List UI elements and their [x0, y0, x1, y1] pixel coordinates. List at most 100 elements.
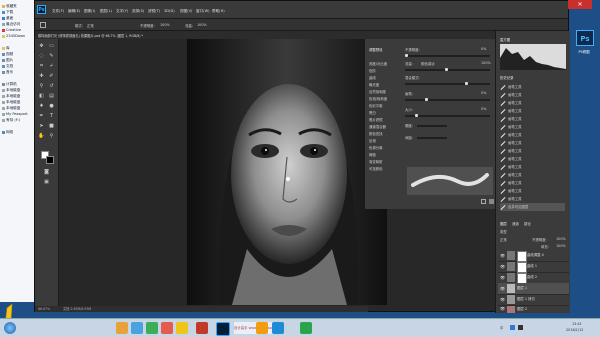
adjust-mode-value[interactable]: 颜色减淡: [421, 61, 435, 66]
media-taskbar-icon[interactable]: [161, 322, 173, 334]
adjust-size-value[interactable]: 0%: [481, 107, 486, 111]
adjust-hardness-slider[interactable]: [417, 125, 447, 127]
history-item[interactable]: 画笔工具: [500, 155, 565, 163]
history-item[interactable]: 画笔工具: [500, 115, 565, 123]
history-brush-tool-icon[interactable]: ↺: [48, 83, 55, 90]
adjust-size-slider[interactable]: [405, 114, 490, 117]
eye-icon[interactable]: 👁: [500, 306, 505, 311]
document-canvas[interactable]: [187, 39, 387, 305]
history-item[interactable]: 画笔工具: [500, 195, 565, 203]
volume-icon[interactable]: [518, 325, 523, 330]
healing-tool-icon[interactable]: ✚: [38, 73, 45, 80]
adjust-item[interactable]: 自然饱和度: [369, 89, 386, 94]
document-tab[interactable]: 模特面部打光 (修饰质感面孔) 效果图片.psd @ 66.7% (图层 1, …: [38, 33, 143, 38]
menu-help[interactable]: 帮助(H): [212, 9, 225, 14]
explorer-item[interactable]: 本地磁盘: [2, 106, 36, 111]
history-item[interactable]: 画笔工具: [500, 179, 565, 187]
path-select-tool-icon[interactable]: ➤: [38, 123, 45, 130]
clone-stamp-tool-icon[interactable]: ⚲: [38, 83, 45, 90]
eye-icon[interactable]: 👁: [500, 297, 505, 302]
adjust-item[interactable]: 照片滤镜: [369, 117, 383, 122]
eye-icon[interactable]: 👁: [500, 286, 505, 291]
app-taskbar-icon[interactable]: [256, 322, 268, 334]
history-item[interactable]: 画笔工具: [500, 91, 565, 99]
layer-kind-filter[interactable]: 类型: [500, 229, 507, 234]
shape-tool-icon[interactable]: ■: [48, 123, 55, 130]
folder-taskbar-icon[interactable]: [176, 322, 188, 334]
adjust-item[interactable]: 颜色查找: [369, 131, 383, 136]
opacity-value[interactable]: 100%: [160, 23, 170, 27]
zoom-tool-icon[interactable]: ⚲: [48, 133, 55, 140]
photoshop-desktop-icon[interactable]: Ps: [576, 30, 594, 46]
app-taskbar-icon[interactable]: [196, 322, 208, 334]
eye-icon[interactable]: 👁: [500, 253, 505, 258]
browser-taskbar-icon[interactable]: [131, 322, 143, 334]
slider-knob[interactable]: [415, 114, 418, 117]
eyedropper-tool-icon[interactable]: ⌿: [48, 63, 55, 70]
eye-icon[interactable]: 👁: [500, 275, 505, 280]
gradient-tool-icon[interactable]: ▤: [48, 93, 55, 100]
history-item-selected[interactable]: 合并可见图层: [500, 203, 565, 211]
pen-tool-icon[interactable]: ✒: [38, 113, 45, 120]
history-item[interactable]: 画笔工具: [500, 139, 565, 147]
app-taskbar-icon[interactable]: [146, 322, 158, 334]
input-method-indicator[interactable]: 中: [500, 325, 503, 330]
type-tool-icon[interactable]: T: [48, 113, 55, 120]
explorer-item[interactable]: 本地磁盘: [2, 88, 36, 93]
slider-knob[interactable]: [465, 82, 468, 85]
menu-view[interactable]: 视图(V): [180, 9, 192, 14]
clock-time[interactable]: 13:41: [572, 322, 582, 326]
tab-paths[interactable]: 路径: [524, 221, 531, 226]
adjust-brush-value[interactable]: 0%: [481, 91, 486, 95]
adjust-item[interactable]: 曲线: [369, 75, 376, 80]
adjust-item[interactable]: 阈值: [369, 152, 376, 157]
menu-layer[interactable]: 图层(L): [100, 9, 112, 14]
layer-opacity-value[interactable]: 100%: [556, 237, 566, 241]
chat-taskbar-icon[interactable]: [272, 322, 284, 334]
history-item[interactable]: 画笔工具: [500, 99, 565, 107]
zoom-level[interactable]: 66.67%: [38, 306, 50, 312]
explorer-item[interactable]: 有特 (F:): [2, 118, 36, 123]
adjust-flow-slider[interactable]: [405, 68, 490, 71]
crop-tool-icon[interactable]: ⌗: [38, 63, 45, 70]
history-item[interactable]: 画笔工具: [500, 187, 565, 195]
explorer-item[interactable]: 图片: [2, 58, 36, 63]
slider-knob[interactable]: [405, 54, 408, 57]
explorer-item[interactable]: 文档: [2, 64, 36, 69]
history-item[interactable]: 画笔工具: [500, 107, 565, 115]
adjust-item[interactable]: 渐变映射: [369, 159, 383, 164]
quick-mask-icon[interactable]: ◙: [43, 169, 50, 176]
menu-select[interactable]: 选择(S): [132, 9, 144, 14]
explorer-item[interactable]: 视频: [2, 52, 36, 57]
window-close-button[interactable]: ✕: [568, 0, 592, 9]
adjust-item[interactable]: 色相/饱和度: [369, 96, 387, 101]
quick-select-tool-icon[interactable]: ✎: [48, 53, 55, 60]
background-color-swatch[interactable]: [46, 156, 54, 164]
explorer-item[interactable]: 计算机: [2, 82, 36, 87]
start-button-icon[interactable]: [4, 322, 16, 334]
explorer-item[interactable]: 下载: [2, 10, 36, 15]
app-taskbar-icon[interactable]: [300, 322, 312, 334]
adjust-item[interactable]: 通道混合器: [369, 124, 386, 129]
network-icon[interactable]: [510, 325, 515, 330]
marquee-tool-icon[interactable]: ▭: [48, 43, 55, 50]
menu-file[interactable]: 文件(F): [52, 9, 64, 14]
explorer-taskbar-icon[interactable]: [116, 322, 128, 334]
adjust-item[interactable]: 色调分离: [369, 145, 383, 150]
explorer-item[interactable]: 网络: [2, 130, 36, 135]
explorer-item[interactable]: 最近访问: [2, 22, 36, 27]
trash-icon[interactable]: [489, 199, 494, 204]
lasso-tool-icon[interactable]: ◌: [38, 53, 45, 60]
menu-3d[interactable]: 3D(D): [164, 9, 175, 13]
slider-knob[interactable]: [425, 98, 428, 101]
layer-row[interactable]: 👁 图层 2: [498, 305, 569, 313]
explorer-item[interactable]: Creative: [2, 28, 36, 33]
eraser-tool-icon[interactable]: ◧: [38, 93, 45, 100]
history-item[interactable]: 画笔工具: [500, 171, 565, 179]
adjust-item[interactable]: 色彩平衡: [369, 103, 383, 108]
adjust-item[interactable]: 反相: [369, 138, 376, 143]
adjust-opacity-value[interactable]: 0%: [481, 47, 486, 51]
adjust-flow-value[interactable]: 100%: [481, 61, 491, 65]
slider-knob[interactable]: [445, 68, 448, 71]
screen-mode-icon[interactable]: ▣: [43, 179, 50, 186]
